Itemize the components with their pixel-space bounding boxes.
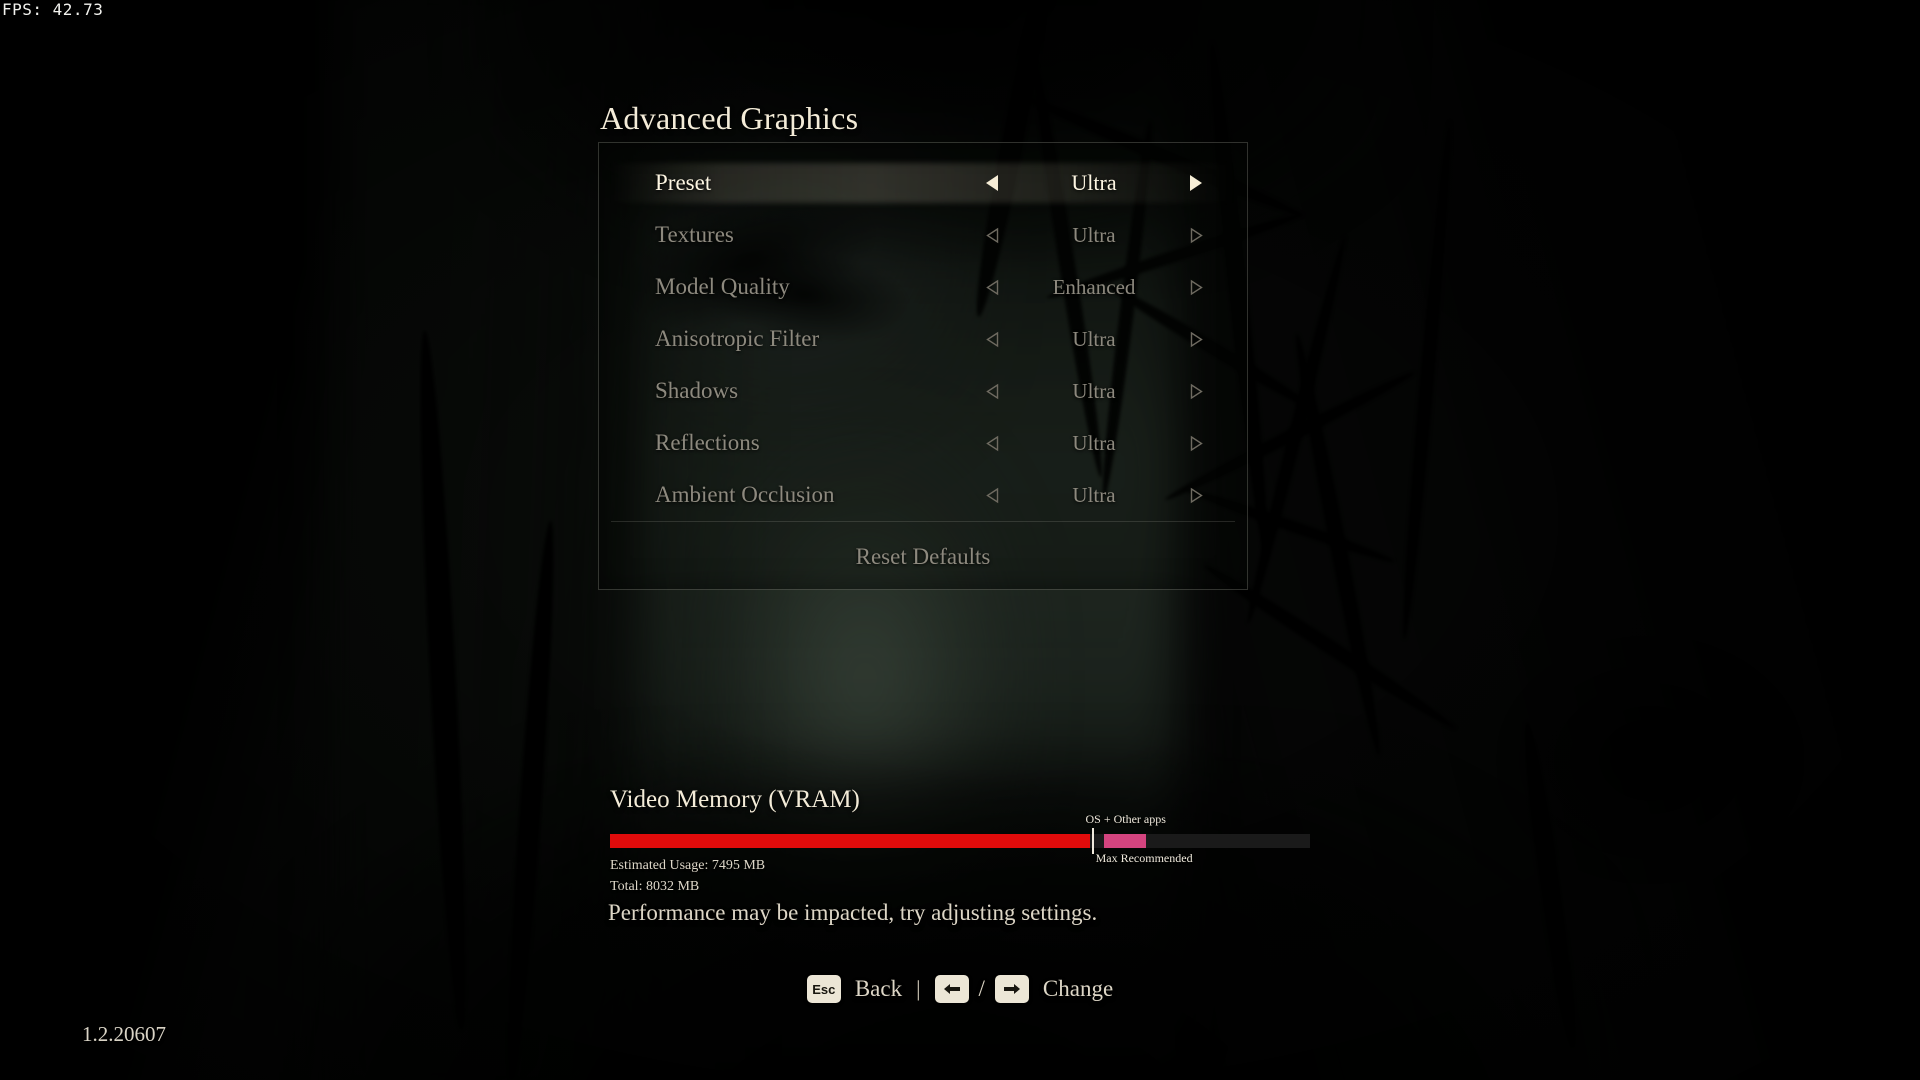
setting-stepper: Ultra [979,482,1209,508]
setting-label: Shadows [655,378,739,403]
setting-stepper: Ultra [979,430,1209,456]
chevron-right-icon[interactable] [1183,378,1209,404]
arrow-left-key-icon[interactable] [934,975,969,1003]
footer-controls: Esc Back | / Change [0,975,1920,1003]
vram-section: Video Memory (VRAM) OS + Other apps Max … [610,786,1310,895]
setting-label: Model Quality [655,274,790,299]
back-label[interactable]: Back [855,976,902,1002]
setting-value: Ultra [1072,222,1116,247]
vram-os-label: OS + Other apps [1085,812,1166,826]
setting-label: Reflections [655,430,760,455]
advanced-graphics-panel: Preset Ultra Textures Ultra Model Quality Enh… [598,142,1248,590]
setting-value: Ultra [1072,326,1116,351]
setting-value: Ultra [1072,378,1116,403]
setting-label: Ambient Occlusion [655,482,835,507]
chevron-right-icon[interactable] [1183,170,1209,196]
vram-stats: Estimated Usage: 7495 MB Total: 8032 MB [610,858,1310,895]
setting-row-preset[interactable]: Preset Ultra [599,157,1247,209]
vram-bar: OS + Other apps Max Recommended [610,812,1310,865]
vram-total: Total: 8032 MB [610,879,700,894]
chevron-right-icon[interactable] [1183,326,1209,352]
setting-row-ambient-occlusion[interactable]: Ambient Occlusion Ultra [599,469,1247,521]
arrow-right-key-icon[interactable] [994,975,1029,1003]
version-label: 1.2.20607 [82,1022,166,1046]
fps-counter: FPS: 42.73 [2,0,104,19]
chevron-right-icon[interactable] [1183,482,1209,508]
esc-key-icon[interactable]: Esc [806,975,841,1003]
chevron-right-icon[interactable] [1183,222,1209,248]
setting-stepper: Ultra [979,326,1209,352]
setting-row-anisotropic-filter[interactable]: Anisotropic Filter Ultra [599,313,1247,365]
page-title: Advanced Graphics [600,100,859,136]
performance-warning: Performance may be impacted, try adjusti… [608,900,1098,925]
chevron-left-icon[interactable] [979,170,1005,196]
reset-defaults-label: Reset Defaults [855,544,991,569]
vram-max-recommended-marker [1091,828,1094,854]
setting-row-reflections[interactable]: Reflections Ultra [599,417,1247,469]
setting-row-model-quality[interactable]: Model Quality Enhanced [599,261,1247,313]
setting-label: Anisotropic Filter [655,326,820,351]
setting-stepper: Ultra [979,222,1209,248]
reset-defaults-button[interactable]: Reset Defaults [599,531,1247,583]
settings-rows: Preset Ultra Textures Ultra Model Quality Enh… [599,157,1247,521]
vram-os-segment [1103,834,1146,848]
setting-stepper: Enhanced [979,274,1209,300]
setting-row-textures[interactable]: Textures Ultra [599,209,1247,261]
setting-stepper: Ultra [979,170,1209,196]
footer-separator: | [916,976,921,1001]
setting-value: Enhanced [1052,274,1136,299]
change-label[interactable]: Change [1043,976,1113,1002]
chevron-left-icon[interactable] [979,222,1005,248]
chevron-right-icon[interactable] [1183,274,1209,300]
setting-label: Textures [655,222,734,247]
chevron-left-icon[interactable] [979,326,1005,352]
vram-title: Video Memory (VRAM) [610,786,860,813]
panel-divider [611,521,1235,522]
chevron-left-icon[interactable] [979,274,1005,300]
vram-estimated-usage: Estimated Usage: 7495 MB [610,858,766,873]
vram-used-segment [610,834,1090,848]
footer-slash: / [978,976,985,1001]
setting-row-shadows[interactable]: Shadows Ultra [599,365,1247,417]
chevron-left-icon[interactable] [979,430,1005,456]
chevron-left-icon[interactable] [979,482,1005,508]
setting-value: Ultra [1072,482,1116,507]
setting-stepper: Ultra [979,378,1209,404]
setting-label: Preset [655,170,712,195]
chevron-right-icon[interactable] [1183,430,1209,456]
vram-max-recommended-label: Max Recommended [1095,851,1193,865]
setting-value: Ultra [1072,430,1116,455]
chevron-left-icon[interactable] [979,378,1005,404]
setting-value: Ultra [1071,170,1117,195]
